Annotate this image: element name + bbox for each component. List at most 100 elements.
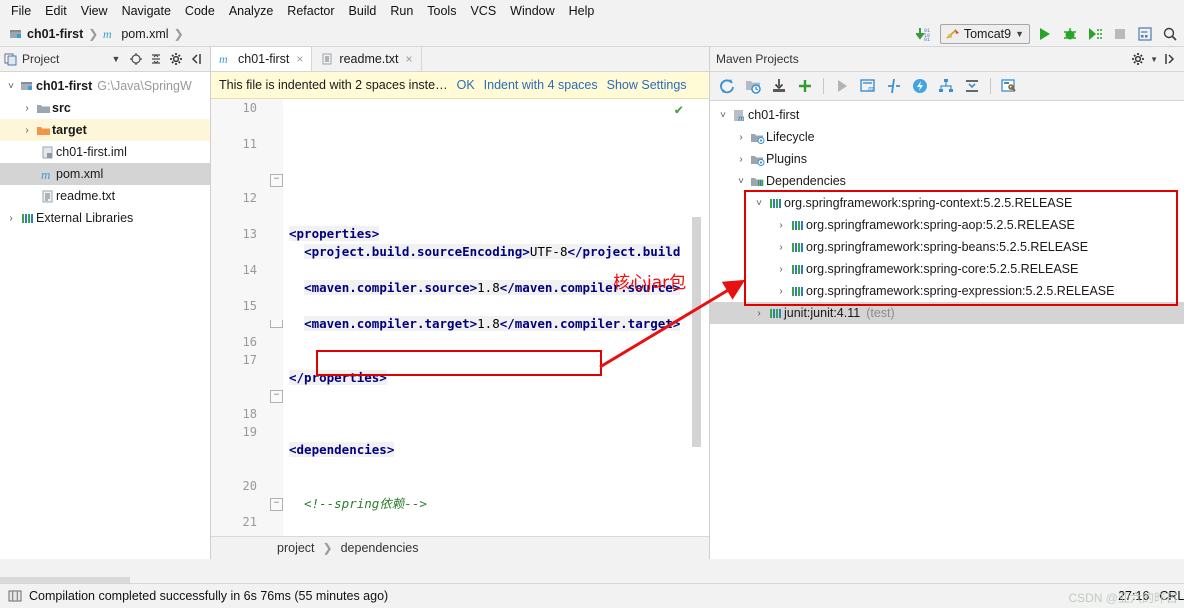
svg-text:m: m	[868, 84, 874, 93]
fold-end-marker-icon[interactable]	[270, 320, 283, 328]
run-configuration-selector[interactable]: Tomcat9 ▼	[939, 24, 1030, 44]
maven-tree-label: junit:junit:4.11	[784, 306, 861, 320]
maven-tree-item-spring-core[interactable]: › org.springframework:spring-core:5.2.5.…	[710, 258, 1184, 280]
maven-tree-item-spring-beans[interactable]: › org.springframework:spring-beans:5.2.5…	[710, 236, 1184, 258]
execute-goal-icon[interactable]	[908, 74, 932, 98]
line-number: 20	[242, 479, 257, 493]
chevron-right-icon[interactable]: ›	[774, 286, 788, 297]
dependencies-folder-icon	[748, 174, 766, 189]
chevron-right-icon[interactable]: ›	[734, 154, 748, 165]
collapse-all-icon[interactable]	[146, 49, 166, 69]
code-line: 11	[211, 135, 709, 153]
locate-icon[interactable]	[126, 49, 146, 69]
tree-item-readme-txt[interactable]: readme.txt	[0, 185, 210, 207]
stop-icon[interactable]	[1110, 24, 1130, 44]
chevron-down-icon[interactable]: ˅	[4, 81, 18, 92]
tree-item-path: G:\Java\SpringW	[97, 79, 192, 93]
layout-icon[interactable]	[1135, 24, 1155, 44]
maven-panel-title: Maven Projects	[716, 52, 799, 66]
menu-item-window[interactable]: Window	[503, 2, 561, 20]
chevron-right-icon[interactable]: ›	[774, 242, 788, 253]
run-coverage-icon[interactable]	[1085, 24, 1105, 44]
tree-item-src[interactable]: › src	[0, 97, 210, 119]
tree-item-pom-xml[interactable]: m pom.xml	[0, 163, 210, 185]
search-icon[interactable]	[1160, 24, 1180, 44]
menu-item-analyze[interactable]: Analyze	[222, 2, 280, 20]
notification-ok-link[interactable]: OK	[457, 78, 475, 92]
chevron-right-icon[interactable]: ›	[752, 308, 766, 319]
menu-item-tools[interactable]: Tools	[420, 2, 463, 20]
close-icon[interactable]: ×	[296, 52, 303, 66]
maven-settings-icon[interactable]	[997, 74, 1021, 98]
tree-item-ch01-first-iml[interactable]: ch01-first.iml	[0, 141, 210, 163]
maven-tree-item-junit[interactable]: › junit:junit:4.11 (test)	[710, 302, 1184, 324]
notification-indent-link[interactable]: Indent with 4 spaces	[484, 78, 598, 92]
status-message: Compilation completed successfully in 6s…	[29, 589, 389, 603]
tree-item-ch01-first[interactable]: ˅ ch01-first G:\Java\SpringW	[0, 75, 210, 97]
menu-item-edit[interactable]: Edit	[38, 2, 74, 20]
tab-ch01-first[interactable]: m ch01-first ×	[211, 47, 313, 71]
maven-tree-item-ch01-first[interactable]: ˅ m ch01-first	[710, 104, 1184, 126]
fold-marker-icon[interactable]: −	[270, 390, 283, 403]
reimport-icon[interactable]	[715, 74, 739, 98]
maven-tree-item-plugins[interactable]: › Plugins	[710, 148, 1184, 170]
download-sources-icon[interactable]	[767, 74, 791, 98]
run-maven-build-icon[interactable]: m	[856, 74, 880, 98]
chevron-right-icon[interactable]: ›	[774, 264, 788, 275]
notification-settings-link[interactable]: Show Settings	[607, 78, 687, 92]
maven-tree-item-spring-context[interactable]: ˅ org.springframework:spring-context:5.2…	[710, 192, 1184, 214]
maven-tree-item-spring-expression[interactable]: › org.springframework:spring-expression:…	[710, 280, 1184, 302]
tab-readme-txt[interactable]: readme.txt ×	[312, 47, 422, 71]
chevron-down-icon[interactable]: ˅	[716, 110, 730, 121]
menu-item-build[interactable]: Build	[342, 2, 384, 20]
breadcrumb-project[interactable]: project	[277, 541, 315, 555]
tree-item-target[interactable]: › target	[0, 119, 210, 141]
breadcrumb-dependencies[interactable]: dependencies	[341, 541, 419, 555]
menu-item-file[interactable]: File	[4, 2, 38, 20]
chevron-right-icon[interactable]: ›	[4, 213, 18, 224]
maven-tree-label: Lifecycle	[766, 130, 815, 144]
chevron-down-icon[interactable]: ▼	[1150, 55, 1158, 64]
gear-icon[interactable]	[166, 49, 186, 69]
run-icon[interactable]	[830, 74, 854, 98]
menu-item-navigate[interactable]: Navigate	[115, 2, 178, 20]
chevron-right-icon[interactable]: ›	[734, 132, 748, 143]
menu-item-vcs[interactable]: VCS	[463, 2, 503, 20]
menu-item-refactor[interactable]: Refactor	[280, 2, 341, 20]
fold-marker-icon[interactable]: −	[270, 498, 283, 511]
generate-sources-icon[interactable]	[741, 74, 765, 98]
maven-tree-item-lifecycle[interactable]: › Lifecycle	[710, 126, 1184, 148]
add-icon[interactable]	[793, 74, 817, 98]
hide-panel-icon[interactable]	[1160, 49, 1180, 69]
line-number: 16	[242, 335, 257, 349]
chevron-down-icon[interactable]: ▼	[1015, 29, 1024, 39]
chevron-down-icon[interactable]: ˅	[752, 198, 766, 209]
chevron-down-icon[interactable]: ▼	[106, 49, 126, 69]
debug-icon[interactable]	[1060, 24, 1080, 44]
menu-item-code[interactable]: Code	[178, 2, 222, 20]
toggle-skip-tests-icon[interactable]	[882, 74, 906, 98]
chevron-right-icon[interactable]: ›	[20, 103, 34, 114]
close-icon[interactable]: ×	[405, 52, 412, 66]
breadcrumb-file[interactable]: m pom.xml	[100, 27, 171, 41]
fold-marker-icon[interactable]: −	[270, 174, 283, 187]
maven-tree-item-spring-aop[interactable]: › org.springframework:spring-aop:5.2.5.R…	[710, 214, 1184, 236]
chevron-down-icon[interactable]: ˅	[734, 176, 748, 187]
code-editor[interactable]: ✔ 10 11 12 − <properties> 13 <project.bu…	[211, 99, 709, 536]
collapse-all-icon[interactable]	[960, 74, 984, 98]
breadcrumb-module[interactable]: ch01-first	[6, 27, 86, 41]
menu-item-run[interactable]: Run	[383, 2, 420, 20]
run-icon[interactable]	[1035, 24, 1055, 44]
show-dependencies-icon[interactable]	[934, 74, 958, 98]
hide-panel-icon[interactable]	[186, 49, 206, 69]
maven-tree-item-dependencies[interactable]: ˅ Dependencies	[710, 170, 1184, 192]
menu-item-help[interactable]: Help	[562, 2, 602, 20]
maven-tree: ˅ m ch01-first › Lifecycle › Plugins ˅ D…	[710, 101, 1184, 324]
tree-item-label: readme.txt	[56, 189, 116, 203]
tree-item-external-libraries[interactable]: › External Libraries	[0, 207, 210, 229]
chevron-right-icon[interactable]: ›	[774, 220, 788, 231]
menu-item-view[interactable]: View	[74, 2, 115, 20]
download-updates-icon[interactable]: 01 10 01	[915, 24, 935, 44]
chevron-right-icon[interactable]: ›	[20, 125, 34, 136]
gear-icon[interactable]	[1128, 49, 1148, 69]
